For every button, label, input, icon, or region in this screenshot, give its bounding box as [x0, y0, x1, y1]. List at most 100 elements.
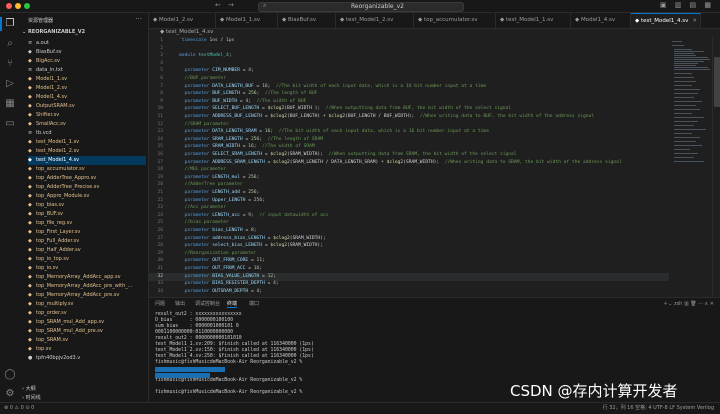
editor-scroll-thumb[interactable]	[714, 57, 720, 107]
outline-section[interactable]: › 大纲	[22, 385, 36, 392]
file-label: top_MemoryArray_AddAcc_pre_with_...	[36, 283, 133, 289]
file-item[interactable]: ◆ top_Half_Adder.sv	[28, 246, 146, 255]
editor-tab[interactable]: ◆ Model1_4.sv	[571, 13, 631, 28]
file-item[interactable]: ◆ top_io.sv	[28, 264, 146, 273]
workspace-folder[interactable]: ⌄ REORGANIZABLE_V2	[22, 29, 85, 35]
panel-tab[interactable]: 问题	[155, 300, 165, 307]
minimap[interactable]	[670, 37, 712, 297]
editor-status[interactable]: 行 32，列 16 空格: 4 UTF-8 LF System Verilog	[603, 403, 714, 414]
file-icon: ≡	[28, 67, 33, 73]
breadcrumb[interactable]: ◆ test_Model1_4.sv	[160, 29, 213, 35]
editor-tab[interactable]: ◆ Model1_2.sv	[149, 13, 216, 28]
code-editor[interactable]: 1 `timescale 1ns / 1ps 2 3 module testModel_…	[149, 37, 670, 297]
line-code: parameter select_bias_LENGTH = $clog2(SR…	[184, 243, 323, 249]
panel-tab[interactable]: 端口	[249, 300, 259, 307]
file-item[interactable]: ◆ top_accumulator.sv	[28, 165, 146, 174]
close-window-button[interactable]	[6, 3, 12, 9]
editor-tab[interactable]: ◆ test_Model1_1.sv	[496, 13, 571, 28]
editor-tab[interactable]: ◆ BiasBuf.sv	[278, 13, 336, 28]
file-item[interactable]: ◆ Model1_4.sv	[28, 93, 146, 102]
file-item[interactable]: ◆ top_AdderTree_Appro.sv	[28, 174, 146, 183]
file-item[interactable]: ◆ SmallAcc.sv	[28, 120, 146, 129]
gear-icon[interactable]: ⚙	[4, 388, 16, 400]
file-item[interactable]: ◆ top_Appro_Module.sv	[28, 192, 146, 201]
explorer-icon[interactable]: ❐	[4, 18, 16, 30]
file-item[interactable]: ◆ top_multiply.sv	[28, 300, 146, 309]
file-item[interactable]: ◆ top_MemoryArray_AddAcc_pre.sv	[28, 291, 146, 300]
file-label: top_SRAM.sv	[36, 337, 69, 343]
file-item[interactable]: ◆ top_MemoryArray_AddAcc_app.sv	[28, 273, 146, 282]
line-code: parameter BIAS_VALUE_LENGTH = 12;	[184, 273, 276, 279]
layout-toggle-icons[interactable]: ▣ ▥ ▤ ▦	[660, 1, 714, 9]
terminal-shell-label: zsh	[673, 301, 683, 307]
code-line[interactable]: 34 parameter OUTSRAM_DEPTH = 4;	[149, 288, 669, 296]
file-item[interactable]: ◆ Model1_2.sv	[28, 84, 146, 93]
line-code: parameter ADDRESS_BUF_LENGTH = $clog2(BU…	[184, 114, 595, 119]
file-item[interactable]: ◆ BigAcc.sv	[28, 57, 146, 66]
editor-tab[interactable]: ◆ top_accumulator.sv	[414, 13, 496, 28]
file-item[interactable]: ◆ test_Model1_4.sv	[28, 156, 146, 165]
extensions-icon[interactable]: ▦	[4, 98, 16, 110]
editor-tab[interactable]: ◆ test_Model1_4.sv ✕	[631, 13, 701, 28]
file-item[interactable]: ◆ Model1_1.sv	[28, 75, 146, 84]
panel-toolbar[interactable]: ＋⌄ zsh ▥ 🗑 ··· ∧ ✕	[663, 300, 714, 307]
file-icon: ◆	[28, 346, 32, 352]
file-item[interactable]: ◆ top_BUF.sv	[28, 210, 146, 219]
editor-tab[interactable]: ◆ test_Model1_2.sv	[336, 13, 414, 28]
file-item[interactable]: ≡ a.out	[28, 39, 146, 48]
line-code: parameter Upper_LENGTH = 256;	[184, 197, 265, 203]
more-actions-icon[interactable]: ···	[135, 15, 142, 23]
panel-tab[interactable]: 终端	[227, 300, 238, 308]
file-item[interactable]: ● tpfn40bpjv2od3.v	[28, 354, 146, 363]
panel-tab[interactable]: 调试控制台	[195, 300, 220, 307]
file-item[interactable]: ◆ top_bias.sv	[28, 201, 146, 210]
file-item[interactable]: ◆ test_Model1_2.sv	[28, 147, 146, 156]
file-item[interactable]: ◆ top_file_reg.sv	[28, 219, 146, 228]
line-code: parameter SRAM_LENGTH = 256; //The lengt…	[184, 136, 323, 142]
line-code: //AdderTree parameter	[184, 182, 243, 188]
file-label: top_bias.sv	[36, 202, 65, 208]
file-item[interactable]: ◆ top.sv	[28, 345, 146, 354]
line-code: //bias parameter	[184, 220, 229, 226]
file-item[interactable]: ◆ top_AdderTree_Precise.sv	[28, 183, 146, 192]
account-icon[interactable]: ◯	[4, 369, 16, 381]
search-icon[interactable]: ⌕	[4, 38, 16, 50]
editor-tab[interactable]: ◆ Model1_1.sv	[216, 13, 278, 28]
file-item[interactable]: ◆ top_MemoryArray_AddAcc_pre_with_...	[28, 282, 146, 291]
back-arrow-icon[interactable]: ←	[215, 1, 221, 9]
explorer-sidebar: 资源管理器 ··· ⌄ REORGANIZABLE_V2 ≡ a.out ◆ Bias…	[20, 13, 149, 402]
forward-arrow-icon[interactable]: →	[228, 1, 234, 9]
file-item[interactable]: ◆ top_Full_Adder.sv	[28, 237, 146, 246]
file-item[interactable]: ◆ top_io_top.sv	[28, 255, 146, 264]
file-item[interactable]: ◆ top_First_Layer.sv	[28, 228, 146, 237]
maximize-window-button[interactable]	[24, 3, 30, 9]
file-icon: ◆	[28, 175, 32, 181]
file-item[interactable]: ◆ OutputSRAM.sv	[28, 102, 146, 111]
file-label: top_Half_Adder.sv	[36, 247, 81, 253]
minimize-window-button[interactable]	[15, 3, 21, 9]
file-item[interactable]: ◆ test_Model1_1.sv	[28, 138, 146, 147]
file-item[interactable]: ≡ data_in.txt	[28, 66, 146, 75]
file-item[interactable]: ≡ tb.vcd	[28, 129, 146, 138]
command-center-search[interactable]: ⌕ Reorganizable_v2	[258, 2, 464, 12]
file-icon: ◆	[28, 112, 32, 118]
close-tab-icon[interactable]: ✕	[692, 18, 697, 24]
run-debug-icon[interactable]: ▷	[4, 78, 16, 90]
file-item[interactable]: ◆ top_SRAM_mul_Add_pre.sv	[28, 327, 146, 336]
timeline-label: 时间线	[25, 395, 41, 401]
panel-tab[interactable]: 输出	[175, 300, 185, 307]
file-label: top_order.sv	[36, 310, 67, 316]
source-control-icon[interactable]: ⑂	[4, 58, 16, 70]
problems-status[interactable]: ⊗ 0 ⚠ 0 ⊙ 0	[4, 403, 34, 414]
editor-scrollbar[interactable]	[712, 37, 720, 297]
line-code: parameter LENGTH_acc = 9; // input dataw…	[184, 212, 329, 218]
file-item[interactable]: ◆ top_order.sv	[28, 309, 146, 318]
file-item[interactable]: ◆ BiasBuf.sv	[28, 48, 146, 57]
file-item[interactable]: ◆ top_SRAM_mul_Add_app.sv	[28, 318, 146, 327]
line-code: parameter OUT_FROM_CORE = 11;	[184, 258, 265, 264]
file-item[interactable]: ◆ top_SRAM.sv	[28, 336, 146, 345]
timeline-section[interactable]: › 时间线	[22, 394, 41, 401]
file-label: top.sv	[36, 346, 52, 352]
file-item[interactable]: ◆ Shifter.sv	[28, 111, 146, 120]
remote-explorer-icon[interactable]: ▭	[4, 118, 16, 130]
